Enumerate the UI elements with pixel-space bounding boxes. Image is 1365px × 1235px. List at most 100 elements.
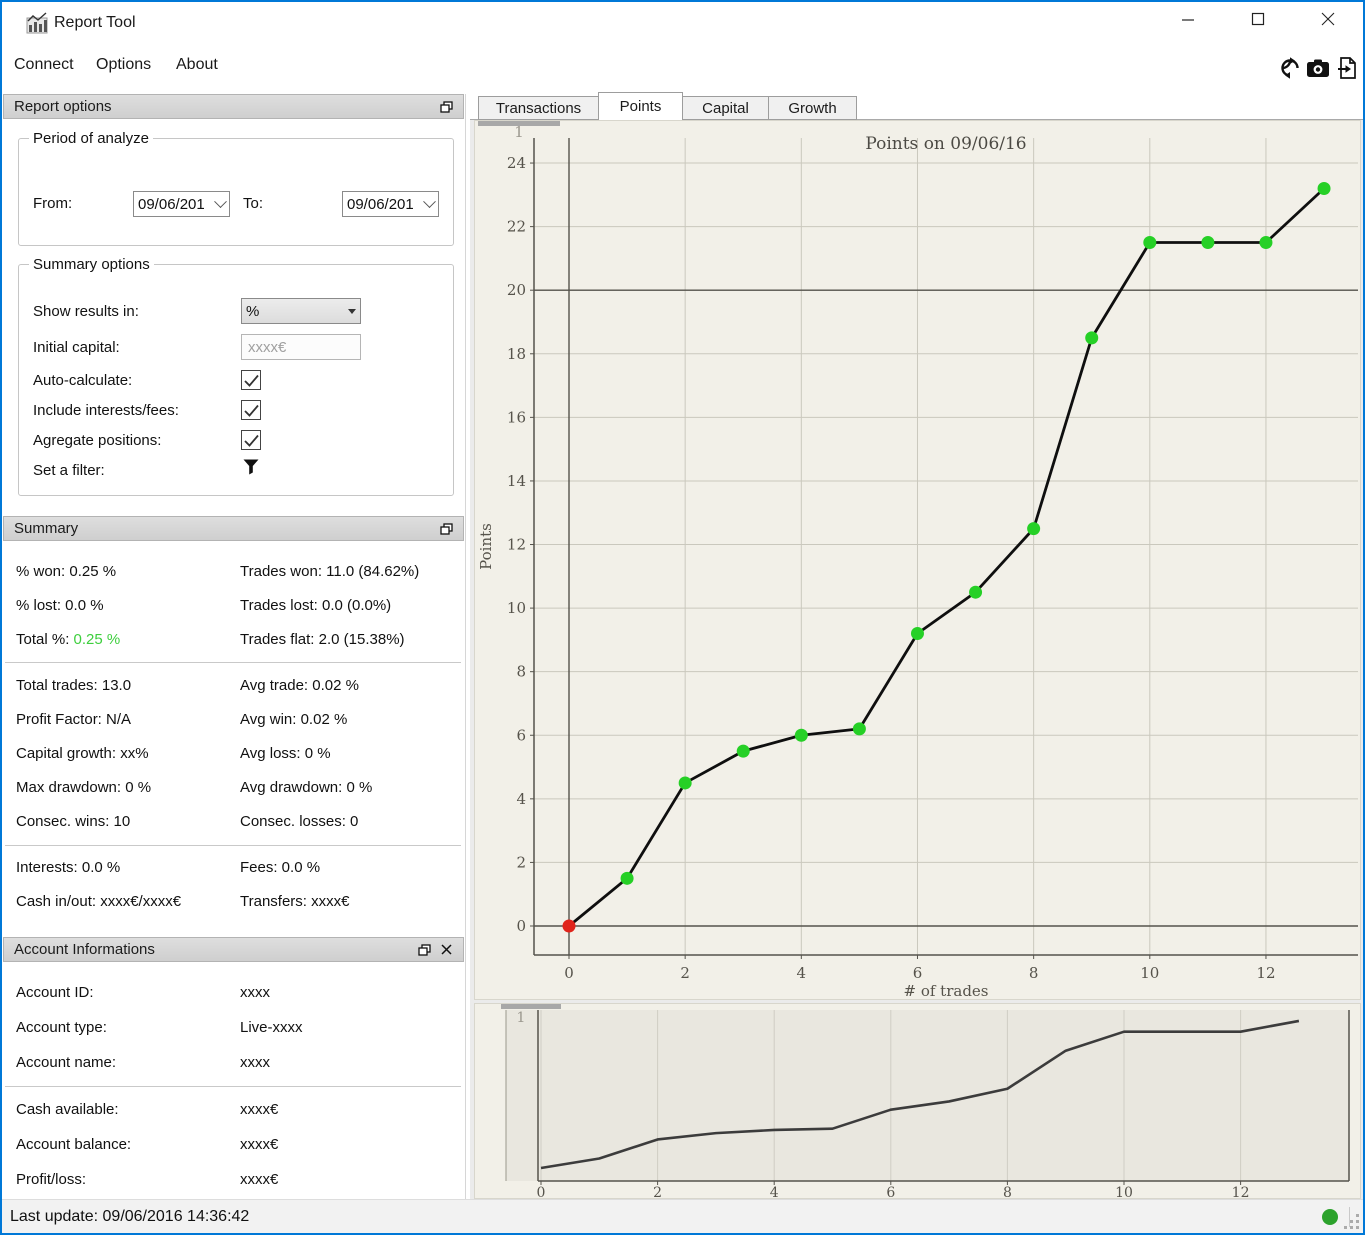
title-bar: Report Tool: [2, 2, 1363, 46]
account-name-label: Account name:: [16, 1054, 117, 1071]
to-label: To:: [243, 195, 264, 212]
total-pct-label: Total %:: [16, 631, 70, 648]
stat-trades-won: Trades won: 11.0 (84.62%): [240, 563, 420, 580]
stat-profit-factor: Profit Factor: N/A: [16, 711, 132, 728]
stat-total-pct: Total %: 0.25 %: [16, 631, 120, 648]
panel-header-summary: Summary: [3, 516, 464, 541]
tab-capital[interactable]: Capital: [682, 96, 769, 120]
menu-options[interactable]: Options: [90, 52, 157, 78]
last-update-text: Last update: 09/06/2016 14:36:42: [10, 1208, 250, 1225]
stat-pct-won: % won: 0.25 %: [16, 563, 117, 580]
menu-about[interactable]: About: [170, 52, 224, 78]
minimize-icon: [1182, 19, 1194, 21]
splitter[interactable]: [465, 94, 466, 1199]
svg-text:0: 0: [564, 964, 574, 982]
stat-trades-lost: Trades lost: 0.0 (0.0%): [240, 597, 392, 614]
set-filter-button[interactable]: [243, 459, 259, 480]
stat-avg-drawdown: Avg drawdown: 0 %: [240, 779, 373, 796]
account-id-value: xxxx: [240, 984, 270, 1001]
connection-status-dot: [1322, 1209, 1338, 1225]
minimize-button[interactable]: [1165, 2, 1211, 36]
stat-total-trades: Total trades: 13.0: [16, 677, 132, 694]
close-icon: [440, 944, 452, 955]
stat-max-drawdown: Max drawdown: 0 %: [16, 779, 152, 796]
maximize-button[interactable]: [1235, 2, 1281, 36]
float-panel-button[interactable]: [417, 943, 431, 957]
close-button[interactable]: [1305, 2, 1351, 36]
points-overview-chart: 02468101201: [474, 1003, 1361, 1199]
maximize-icon: [1251, 12, 1265, 26]
stat-cash-in-out: Cash in/out: xxxx€/xxxx€: [16, 893, 182, 910]
stat-avg-loss: Avg loss: 0 %: [240, 745, 331, 762]
svg-text:16: 16: [507, 408, 526, 426]
stat-interests: Interests: 0.0 %: [16, 859, 121, 876]
profit-loss-value: xxxx€: [240, 1171, 279, 1188]
show-results-dropdown[interactable]: %: [241, 298, 361, 324]
svg-text:2: 2: [516, 853, 526, 871]
cash-available-label: Cash available:: [16, 1101, 119, 1118]
float-panel-button[interactable]: [439, 522, 453, 536]
svg-text:6: 6: [886, 1185, 895, 1199]
account-balance-label: Account balance:: [16, 1136, 132, 1153]
svg-text:10: 10: [1140, 964, 1159, 982]
screenshot-button[interactable]: [1306, 56, 1330, 80]
svg-text:14: 14: [507, 472, 526, 490]
float-icon: [439, 100, 453, 113]
account-type-value: Live-xxxx: [240, 1019, 303, 1036]
from-date-value: 09/06/201: [138, 195, 205, 213]
menu-connect[interactable]: Connect: [8, 52, 80, 78]
float-panel-button[interactable]: [439, 100, 453, 114]
app-logo-icon: [26, 12, 48, 34]
export-button[interactable]: [1335, 56, 1359, 80]
export-icon: [1338, 57, 1356, 79]
stat-transfers: Transfers: xxxx€: [240, 893, 350, 910]
checkmark-icon: [243, 404, 259, 417]
svg-text:4: 4: [516, 790, 526, 808]
aggregate-positions-checkbox[interactable]: [241, 430, 261, 450]
camera-icon: [1307, 59, 1329, 77]
panel-header-report-options: Report options: [3, 94, 464, 119]
initial-capital-label: Initial capital:: [33, 339, 120, 356]
close-panel-button[interactable]: [439, 943, 453, 957]
checkmark-icon: [243, 374, 259, 387]
svg-text:8: 8: [516, 663, 526, 681]
divider: [5, 1086, 461, 1087]
account-id-label: Account ID:: [16, 984, 94, 1001]
stat-capital-growth: Capital growth: xx%: [16, 745, 149, 762]
svg-text:1: 1: [517, 1010, 526, 1026]
stat-avg-win: Avg win: 0.02 %: [240, 711, 348, 728]
tab-growth[interactable]: Growth: [768, 96, 857, 120]
panel-header-account: Account Informations: [3, 937, 464, 962]
auto-calculate-label: Auto-calculate:: [33, 372, 133, 389]
svg-text:12: 12: [1232, 1185, 1250, 1199]
svg-text:12: 12: [1256, 964, 1275, 982]
profit-loss-label: Profit/loss:: [16, 1171, 87, 1188]
svg-text:6: 6: [516, 726, 526, 744]
resize-grip[interactable]: [1344, 1214, 1360, 1230]
tab-points[interactable]: Points: [598, 92, 683, 120]
svg-text:18: 18: [507, 345, 526, 363]
panel-title: Summary: [14, 520, 79, 537]
show-results-label: Show results in:: [33, 303, 139, 320]
account-balance-value: xxxx€: [240, 1136, 279, 1153]
svg-text:6: 6: [913, 964, 923, 982]
status-bar: Last update: 09/06/2016 14:36:42: [2, 1199, 1363, 1233]
svg-text:24: 24: [507, 154, 526, 172]
from-date-dropdown[interactable]: 09/06/201: [133, 191, 230, 217]
svg-text:2: 2: [680, 964, 690, 982]
refresh-button[interactable]: [1278, 56, 1302, 80]
to-date-value: 09/06/201: [347, 195, 414, 213]
dropdown-arrow-icon: [348, 308, 356, 314]
stat-trades-flat: Trades flat: 2.0 (15.38%): [240, 631, 405, 648]
account-name-value: xxxx: [240, 1054, 270, 1071]
initial-capital-input[interactable]: [241, 334, 361, 360]
stat-consec-losses: Consec. losses: 0: [240, 813, 359, 830]
chart-canvas: 02468101201: [475, 1004, 1350, 1199]
tab-transactions[interactable]: Transactions: [478, 96, 599, 120]
chevron-down-icon: [214, 194, 227, 208]
window-title: Report Tool: [54, 14, 136, 31]
include-interests-checkbox[interactable]: [241, 400, 261, 420]
to-date-dropdown[interactable]: 09/06/201: [342, 191, 439, 217]
set-filter-label: Set a filter:: [33, 462, 105, 479]
auto-calculate-checkbox[interactable]: [241, 370, 261, 390]
